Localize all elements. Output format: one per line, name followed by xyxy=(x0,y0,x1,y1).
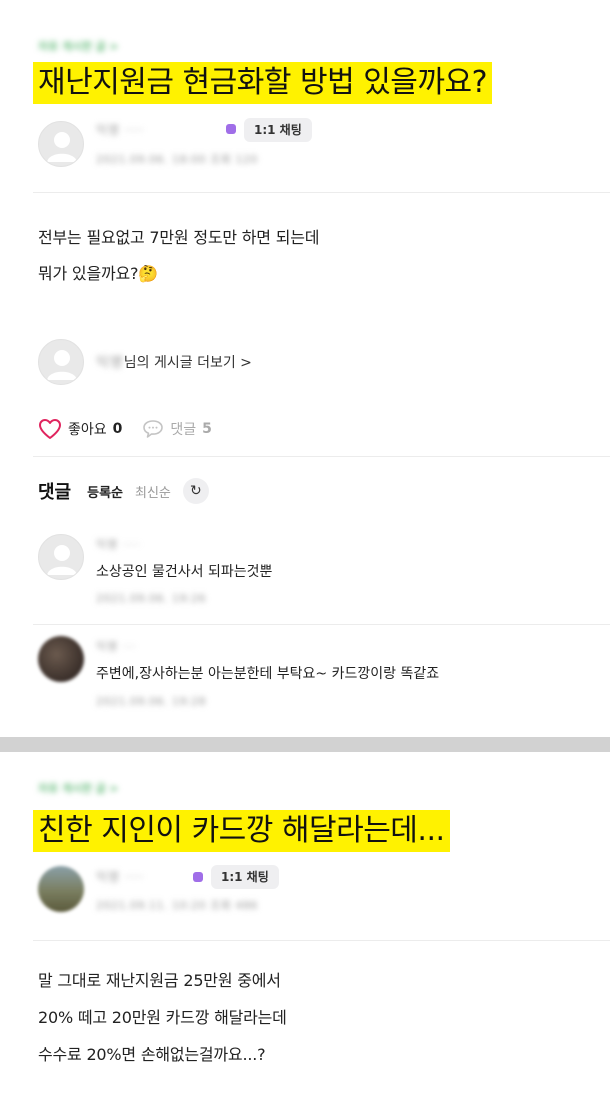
post2-body-line: 20% 떼고 20만원 카드깡 해달라는데 xyxy=(38,1008,287,1027)
post1-body-line: 전부는 필요없고 7만원 정도만 하면 되는데 xyxy=(38,228,320,247)
comment-author[interactable]: 익명 ···· xyxy=(96,536,141,552)
post1-author-meta: 2021.09.06. 18:00 조회 120 xyxy=(96,153,258,166)
post1-chat-button[interactable]: 1:1 채팅 xyxy=(244,118,312,142)
post1-title: 재난지원금 현금화할 방법 있을까요? xyxy=(33,62,493,104)
post2-body: 말 그대로 재난지원금 25만원 중에서 20% 떼고 20만원 카드깡 해달라… xyxy=(38,962,287,1073)
like-button[interactable]: 좋아요 0 xyxy=(38,418,122,440)
more-posts-label: 님의 게시글 더보기 > xyxy=(123,355,252,371)
comment-divider xyxy=(33,624,610,625)
post2-author-meta: 2021.09.11. 10:20 조회 486 xyxy=(96,899,258,912)
refresh-icon[interactable]: ↻ xyxy=(182,478,209,504)
post1-author-name[interactable]: 익명 ···· xyxy=(96,121,144,138)
comment-stat-button[interactable]: 댓글 5 xyxy=(142,419,212,439)
post1-author-avatar[interactable] xyxy=(38,121,84,167)
more-author-name: 익명 xyxy=(96,355,124,371)
post1-body: 전부는 필요없고 7만원 정도만 하면 되는데 뭐가 있을까요?🤔 xyxy=(38,220,319,292)
post1-header-divider xyxy=(33,192,610,193)
like-label: 좋아요 xyxy=(68,422,107,438)
comment-avatar[interactable] xyxy=(38,636,84,682)
default-avatar-icon xyxy=(47,132,77,162)
post2-body-line: 수수료 20%면 손해없는걸까요...? xyxy=(38,1045,266,1064)
post1-reaction-row: 좋아요 0 댓글 5 xyxy=(38,418,212,440)
like-count: 0 xyxy=(112,421,123,437)
comment-text: 소상공인 물건사서 되파는것뿐 xyxy=(96,564,273,580)
member-grade-icon xyxy=(226,124,236,134)
post2-body-line: 말 그대로 재난지원금 25만원 중에서 xyxy=(38,971,281,990)
post2-breadcrumb[interactable]: 자유 게시판 글 > xyxy=(38,780,118,796)
post2-chat-button[interactable]: 1:1 채팅 xyxy=(211,865,279,889)
post1-more-avatar[interactable] xyxy=(38,339,84,385)
post1-more-posts-link[interactable]: 익명 님의 게시글 더보기 > xyxy=(96,352,252,372)
post1-body-line: 뭐가 있을까요?🤔 xyxy=(38,264,159,283)
post2-author-name[interactable]: 익명 ···· xyxy=(96,868,144,885)
comment-date: 2021.09.06. 19:26 xyxy=(96,592,207,605)
comment-stat-label: 댓글 xyxy=(170,422,197,438)
comment-author[interactable]: 익명 ··· xyxy=(96,638,136,654)
sort-registered-tab[interactable]: 등록순 xyxy=(87,482,123,501)
comments-title: 댓글 xyxy=(38,482,72,503)
comment-stat-count: 5 xyxy=(202,421,212,437)
comment-text: 주변에,장사하는분 아는분한테 부탁요~ 카드깡이랑 똑같죠 xyxy=(96,666,440,682)
post2-author-avatar[interactable] xyxy=(38,866,84,912)
comment-avatar[interactable] xyxy=(38,534,84,580)
comment-date: 2021.09.06. 19:28 xyxy=(96,695,207,708)
heart-outline-icon xyxy=(39,419,61,439)
default-avatar-icon xyxy=(47,545,77,575)
sort-latest-tab[interactable]: 최신순 xyxy=(135,482,171,501)
post1-breadcrumb[interactable]: 자유 게시판 글 > xyxy=(38,38,118,54)
member-grade-icon xyxy=(193,872,203,882)
post2-header-divider xyxy=(33,940,610,941)
post2-title: 친한 지인이 카드깡 해달라는데... xyxy=(33,810,450,852)
default-avatar-icon xyxy=(47,350,77,380)
comments-header: 댓글 등록순 최신순 ↻ xyxy=(38,478,209,504)
screenshot-separator xyxy=(0,737,610,752)
post1-reaction-divider xyxy=(33,456,610,457)
speech-bubble-icon xyxy=(143,420,164,438)
